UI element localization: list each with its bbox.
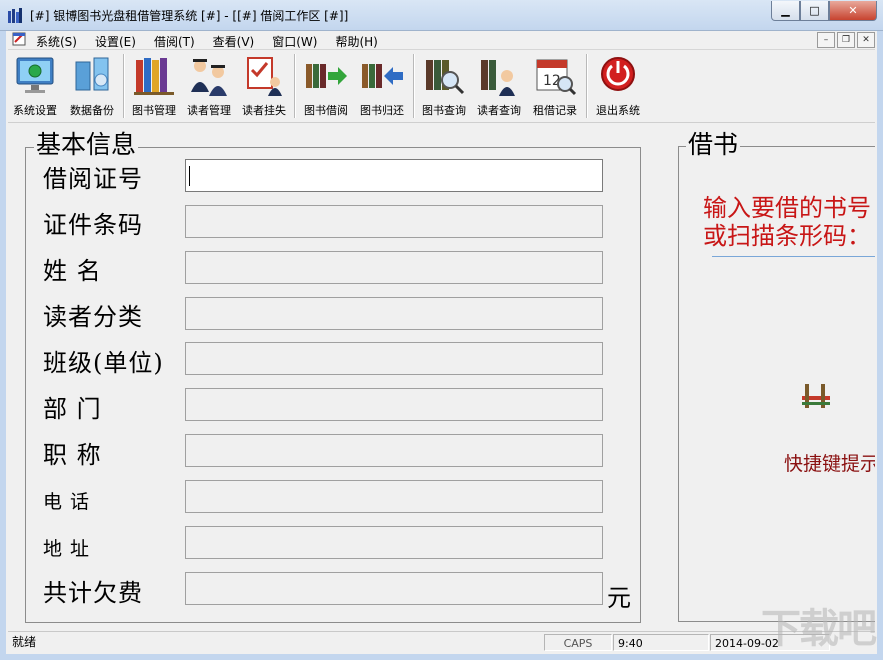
mdi-restore-button[interactable]: ❐ [837, 32, 855, 48]
class-unit-field[interactable] [185, 342, 603, 375]
toolbar-label: 系统设置 [13, 104, 57, 117]
maximize-button[interactable]: □ [800, 1, 829, 21]
close-button[interactable]: ✕ [829, 1, 877, 21]
reader-category-label: 读者分类 [43, 303, 143, 331]
phone-label: 电 话 [43, 491, 91, 513]
app-books-icon [8, 8, 22, 23]
fee-unit-label: 元 [607, 584, 631, 612]
mdi-close-button[interactable]: ✕ [857, 32, 875, 48]
id-barcode-label: 证件条码 [43, 211, 143, 239]
address-label: 地 址 [43, 538, 91, 560]
data-backup-button[interactable]: 数据备份 [64, 52, 120, 120]
department-label: 部 门 [43, 395, 102, 423]
minimize-button[interactable]: ▁ [771, 1, 800, 21]
toolbar-label: 读者挂失 [242, 104, 286, 117]
toolbar-separator [586, 54, 588, 118]
book-borrow-button[interactable]: 图书借阅 [300, 52, 352, 120]
toolbar-label: 图书查询 [422, 104, 466, 117]
menu-system[interactable]: 系统(S) [36, 33, 77, 50]
book-return-button[interactable]: 图书归还 [355, 52, 409, 120]
book-management-button[interactable]: 图书管理 [128, 52, 180, 120]
watermark-logo: 下载吧 [761, 606, 877, 652]
backup-icon [75, 57, 109, 91]
window-frame-right [877, 30, 883, 660]
book-search-button[interactable]: 图书查询 [418, 52, 470, 120]
exit-system-button[interactable]: 退出系统 [591, 52, 645, 120]
power-exit-icon [601, 57, 635, 91]
book-borrow-icon [306, 64, 347, 88]
hotkey-hint: 快捷键提示 [784, 453, 875, 475]
menu-settings[interactable]: 设置(E) [95, 33, 136, 50]
book-return-icon [362, 64, 403, 88]
reader-management-button[interactable]: 读者管理 [182, 52, 236, 120]
phone-field[interactable] [185, 480, 603, 513]
menu-window[interactable]: 窗口(W) [272, 33, 317, 50]
window-frame-bottom [0, 654, 883, 660]
report-loss-button[interactable]: 读者挂失 [237, 52, 291, 120]
input-underline[interactable] [712, 256, 875, 257]
menu-bar: 系统(S) 设置(E) 借阅(T) 查看(V) 窗口(W) 帮助(H) – ❐ … [8, 31, 875, 50]
toolbar-label: 退出系统 [596, 104, 640, 117]
status-time: 9:40 [613, 634, 709, 651]
toolbar-label: 读者管理 [187, 104, 231, 117]
toolbar-separator [294, 54, 296, 118]
toolbar-label: 图书借阅 [304, 104, 348, 117]
reader-category-field[interactable] [185, 297, 603, 330]
menu-help[interactable]: 帮助(H) [335, 33, 377, 50]
card-number-label: 借阅证号 [43, 165, 143, 193]
class-unit-label: 班级(单位) [43, 349, 164, 377]
system-settings-button[interactable]: 系统设置 [8, 52, 62, 120]
borrow-panel: 借书 输入要借的书号 或扫描条形码： 快捷键提示 [670, 125, 875, 625]
status-bar: 就绪 CAPS 9:40 2014-09-02 [8, 631, 875, 654]
address-field[interactable] [185, 526, 603, 559]
total-fee-field[interactable] [185, 572, 603, 605]
department-field[interactable] [185, 388, 603, 421]
toolbar-label: 图书归还 [360, 104, 404, 117]
toolbar-label: 读者查询 [477, 104, 521, 117]
monitor-settings-icon [16, 57, 54, 93]
books-icon [134, 58, 174, 95]
name-field[interactable] [185, 251, 603, 284]
menu-borrow[interactable]: 借阅(T) [154, 33, 195, 50]
toolbar-label: 租借记录 [533, 104, 577, 117]
borrow-prompt-line2: 或扫描条形码： [703, 222, 871, 250]
basic-info-title: 基本信息 [34, 130, 139, 159]
title-bar[interactable]: [#] 银博图书光盘租借管理系统 [#] - [[#] 借阅工作区 [#]] ▁… [0, 0, 883, 31]
mdi-minimize-button[interactable]: – [817, 32, 835, 48]
document-icon[interactable] [12, 32, 26, 46]
status-caps: CAPS [544, 634, 612, 651]
card-number-field[interactable] [185, 159, 603, 192]
borrow-prompt-line1: 输入要借的书号 [703, 194, 871, 222]
rental-record-button[interactable]: 12 租借记录 [528, 52, 582, 120]
report-loss-icon [247, 57, 282, 96]
borrow-title: 借书 [686, 130, 741, 159]
name-label: 姓 名 [43, 257, 102, 285]
calendar-record-icon: 12 [536, 59, 577, 96]
reader-search-icon [481, 60, 515, 96]
job-title-label: 职 称 [43, 441, 102, 469]
toolbar: 系统设置 数据备份 图书管理 读者管理 读者挂失 图书借阅 图书归还 图书查询 … [8, 50, 875, 123]
job-title-field[interactable] [185, 434, 603, 467]
book-search-icon [426, 60, 465, 95]
window-title: [#] 银博图书光盘租借管理系统 [#] - [[#] 借阅工作区 [#]] [30, 9, 349, 23]
toolbar-separator [413, 54, 415, 118]
toolbar-separator [123, 54, 125, 118]
status-ready: 就绪 [12, 635, 37, 649]
window-frame-left [0, 30, 6, 660]
id-barcode-field[interactable] [185, 205, 603, 238]
total-fee-label: 共计欠费 [43, 579, 143, 607]
readers-icon [191, 59, 227, 96]
toolbar-label: 图书管理 [132, 104, 176, 117]
hotkey-icon [802, 384, 830, 408]
toolbar-label: 数据备份 [70, 104, 114, 117]
menu-view[interactable]: 查看(V) [213, 33, 255, 50]
reader-search-button[interactable]: 读者查询 [473, 52, 525, 120]
